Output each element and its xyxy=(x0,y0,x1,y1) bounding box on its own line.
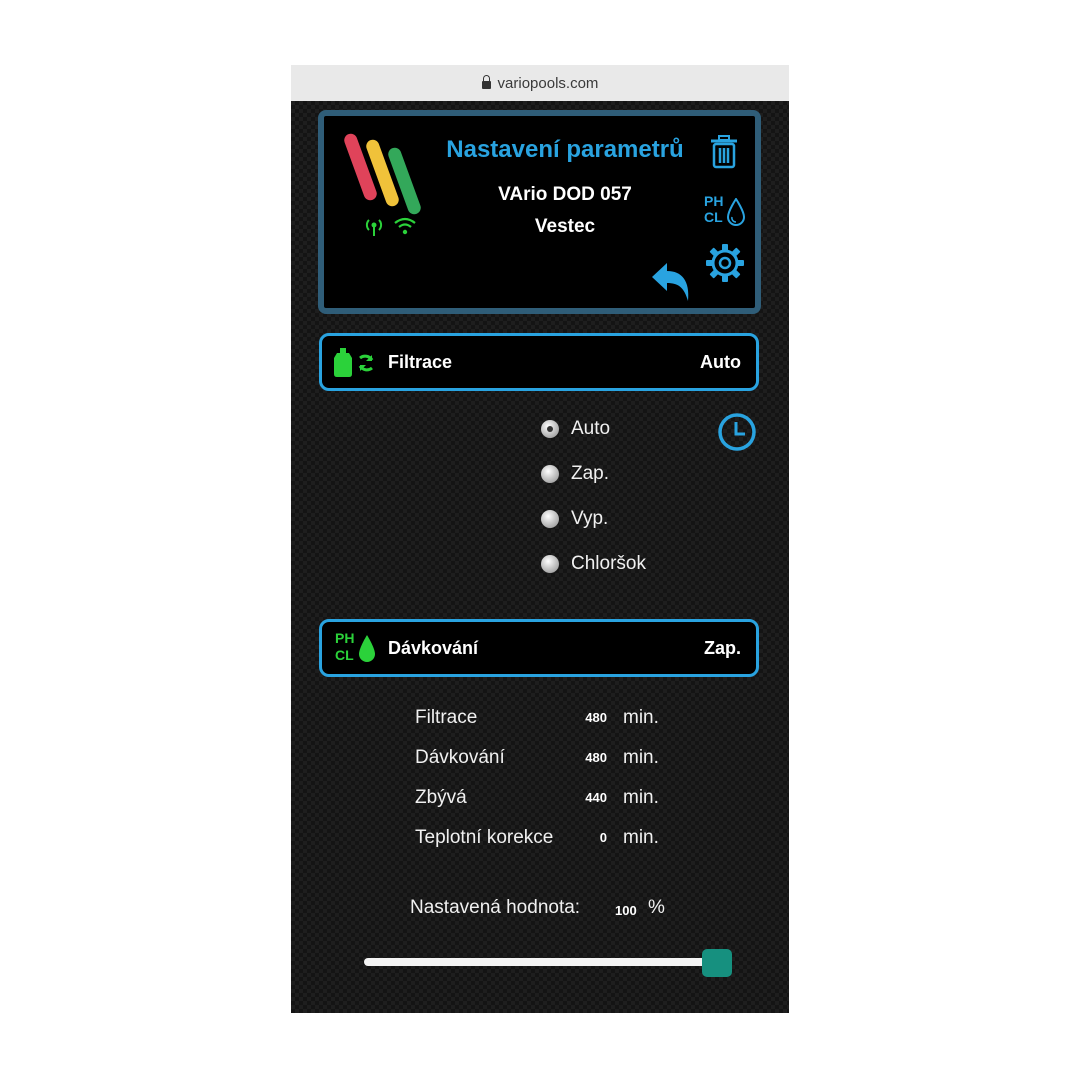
dosing-card[interactable]: PH CL Dávkování Zap. xyxy=(319,619,759,677)
stat-value: 480 xyxy=(585,750,607,765)
radio-button-checked[interactable] xyxy=(541,420,559,438)
stat-unit: min. xyxy=(623,827,659,848)
stat-unit: min. xyxy=(623,747,659,768)
page-title: Nastavení parametrů xyxy=(446,136,684,163)
stat-row-temperature-correction: Teplotní korekce 0 min. xyxy=(415,827,715,853)
browser-url-bar[interactable]: variopools.com xyxy=(291,65,789,101)
stat-value: 480 xyxy=(585,710,607,725)
radio-auto[interactable]: Auto xyxy=(541,415,610,443)
trash-icon[interactable] xyxy=(709,135,739,169)
setpoint-slider-track[interactable] xyxy=(364,958,714,966)
back-arrow-icon[interactable] xyxy=(650,261,696,307)
filter-pump-icon xyxy=(334,348,374,377)
radio-off[interactable]: Vyp. xyxy=(541,505,608,533)
radio-button[interactable] xyxy=(541,510,559,528)
stat-row-remaining: Zbývá 440 min. xyxy=(415,787,715,813)
device-location: Vestec xyxy=(534,216,596,237)
stat-value: 440 xyxy=(585,790,607,805)
filtration-card[interactable]: Filtrace Auto xyxy=(319,333,759,391)
stat-value: 0 xyxy=(599,830,607,845)
drop-icon xyxy=(359,635,375,662)
device-name: VArio DOD 057 xyxy=(498,184,632,205)
stat-unit: min. xyxy=(623,787,659,808)
clock-icon[interactable] xyxy=(717,412,757,452)
stat-label: Dávkování xyxy=(415,747,505,768)
setpoint-unit: % xyxy=(648,897,665,918)
stat-label: Filtrace xyxy=(415,707,478,728)
url-text: variopools.com xyxy=(497,74,599,92)
radio-label: Auto xyxy=(571,418,611,439)
radio-chlorine-shock[interactable]: Chloršok xyxy=(541,550,646,578)
radio-label: Zap. xyxy=(571,463,610,484)
antenna-icon xyxy=(365,219,383,236)
lock-icon xyxy=(481,75,491,89)
filtration-label: Filtrace xyxy=(388,352,453,372)
radio-button[interactable] xyxy=(541,555,559,573)
stat-label: Zbývá xyxy=(415,787,467,808)
setpoint-slider-thumb[interactable] xyxy=(702,949,732,977)
gear-icon[interactable] xyxy=(705,243,745,283)
ph-cl-icon[interactable]: PH CL xyxy=(704,194,748,230)
radio-button[interactable] xyxy=(541,465,559,483)
header-card: Nastavení parametrů VArio DOD 057 Vestec… xyxy=(318,110,761,314)
setpoint-value: 100 xyxy=(615,903,637,918)
radio-label: Chloršok xyxy=(571,553,646,574)
filtration-value: Auto xyxy=(700,352,741,372)
cl-icon-text: CL xyxy=(335,647,354,663)
dosing-value: Zap. xyxy=(703,638,741,658)
dosing-label: Dávkování xyxy=(388,638,479,658)
stat-row-dosing: Dávkování 480 min. xyxy=(415,747,715,773)
ph-icon-text: PH xyxy=(335,630,355,646)
radio-on[interactable]: Zap. xyxy=(541,460,609,488)
radio-label: Vyp. xyxy=(571,508,609,529)
phone-screen: variopools.com Nastavení parametrů VArio… xyxy=(291,65,789,1013)
stat-unit: min. xyxy=(623,707,659,728)
stat-label: Teplotní korekce xyxy=(415,827,554,848)
wifi-icon xyxy=(394,217,416,235)
ph-cl-dosing-icon: PH CL xyxy=(335,631,381,667)
setpoint-label: Nastavená hodnota: xyxy=(410,897,581,918)
stat-row-filtration: Filtrace 480 min. xyxy=(415,707,715,733)
ph-icon-text: PH xyxy=(704,193,724,209)
cl-icon-text: CL xyxy=(704,209,723,225)
drop-icon xyxy=(727,198,745,226)
